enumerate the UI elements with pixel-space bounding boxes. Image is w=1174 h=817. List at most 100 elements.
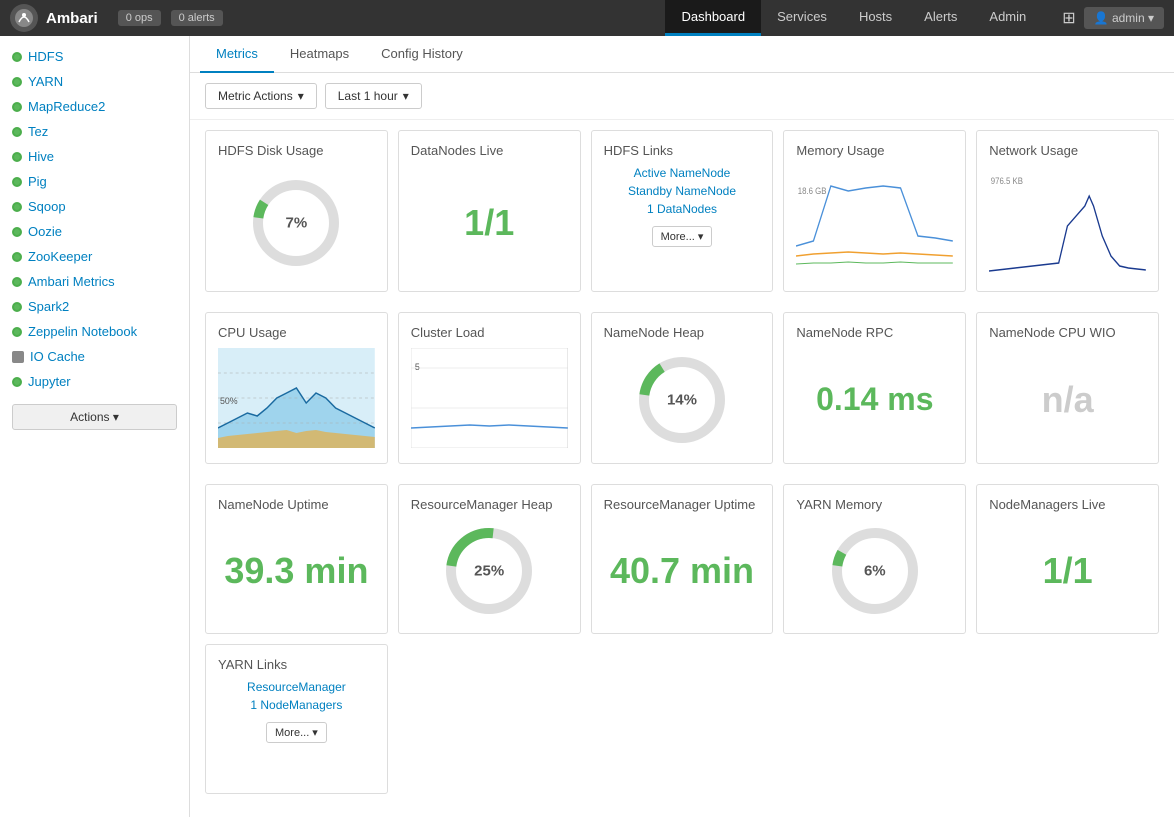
yarn-memory-donut: 6%	[825, 521, 925, 621]
sidebar: HDFS YARN MapReduce2 Tez Hive Pig Sqoop	[0, 36, 190, 817]
datanodes-value: 1/1	[411, 166, 568, 279]
nav-tab-alerts[interactable]: Alerts	[908, 0, 973, 36]
network-chart-area: 976.5 KB	[989, 166, 1146, 279]
hdfs-donut: 7%	[246, 173, 346, 273]
card-title-nn-uptime: NameNode Uptime	[218, 497, 375, 512]
tez-status-dot	[12, 127, 22, 137]
sidebar-label-zeppelin: Zeppelin Notebook	[28, 324, 137, 339]
card-cpu-usage: CPU Usage 50%	[205, 312, 388, 464]
sidebar-label-hdfs: HDFS	[28, 49, 63, 64]
io-cache-icon	[12, 351, 24, 363]
sidebar-item-spark2[interactable]: Spark2	[0, 294, 189, 319]
nav-tab-admin[interactable]: Admin	[973, 0, 1042, 36]
alerts-badge[interactable]: 0 alerts	[171, 10, 223, 26]
rm-heap-donut: 25%	[439, 521, 539, 621]
card-title-hdfs-links: HDFS Links	[604, 143, 761, 158]
chevron-down-icon-yarn: ▾	[312, 726, 318, 739]
hdfs-links-list: Active NameNode Standby NameNode 1 DataN…	[604, 166, 761, 247]
hdfs-donut-container: 7%	[218, 166, 375, 279]
sidebar-label-ambari-metrics: Ambari Metrics	[28, 274, 115, 289]
card-hdfs-links: HDFS Links Active NameNode Standby NameN…	[591, 130, 774, 292]
sidebar-item-oozie[interactable]: Oozie	[0, 219, 189, 244]
grid-icon[interactable]: ⊞	[1062, 8, 1075, 28]
sidebar-item-zeppelin[interactable]: Zeppelin Notebook	[0, 319, 189, 344]
sidebar-item-mapreduce2[interactable]: MapReduce2	[0, 94, 189, 119]
yarn-link-nm[interactable]: 1 NodeManagers	[218, 698, 375, 712]
nn-heap-donut: 14%	[632, 350, 732, 450]
sidebar-item-yarn[interactable]: YARN	[0, 69, 189, 94]
tab-heatmaps[interactable]: Heatmaps	[274, 36, 365, 73]
card-network-usage: Network Usage 976.5 KB	[976, 130, 1159, 292]
user-menu-button[interactable]: 👤 admin ▾	[1084, 7, 1164, 29]
yarn-links-more-button[interactable]: More... ▾	[266, 722, 327, 743]
hive-status-dot	[12, 152, 22, 162]
nn-cpu-wio-value: n/a	[989, 348, 1146, 451]
sidebar-actions-button[interactable]: Actions ▾	[12, 404, 177, 430]
card-title-datanodes: DataNodes Live	[411, 143, 568, 158]
pig-status-dot	[12, 177, 22, 187]
sidebar-label-spark2: Spark2	[28, 299, 69, 314]
card-title-nn-cpu-wio: NameNode CPU WIO	[989, 325, 1146, 340]
nn-rpc-value: 0.14 ms	[796, 348, 953, 451]
top-nav-icons: ⊞ 👤 admin ▾	[1062, 7, 1164, 29]
yarn-memory-donut-container: 6%	[796, 520, 953, 621]
metrics-row-3: NameNode Uptime 39.3 min ResourceManager…	[190, 474, 1174, 644]
card-yarn-memory: YARN Memory 6%	[783, 484, 966, 634]
yarn-link-rm[interactable]: ResourceManager	[218, 680, 375, 694]
cluster-chart-area: 5	[411, 348, 568, 451]
hdfs-link-active-namenode[interactable]: Active NameNode	[604, 166, 761, 180]
hdfs-link-standby-namenode[interactable]: Standby NameNode	[604, 184, 761, 198]
hdfs-links-more-button[interactable]: More... ▾	[652, 226, 713, 247]
card-namenode-cpu-wio: NameNode CPU WIO n/a	[976, 312, 1159, 464]
sidebar-item-hive[interactable]: Hive	[0, 144, 189, 169]
card-title-memory: Memory Usage	[796, 143, 953, 158]
card-title-rm-uptime: ResourceManager Uptime	[604, 497, 761, 512]
content-area: Metrics Heatmaps Config History Metric A…	[190, 36, 1174, 817]
nn-uptime-value: 39.3 min	[218, 520, 375, 621]
card-title-yarn-links: YARN Links	[218, 657, 375, 672]
card-nodemanagers-live: NodeManagers Live 1/1	[976, 484, 1159, 634]
card-title-network: Network Usage	[989, 143, 1146, 158]
jupyter-status-dot	[12, 377, 22, 387]
sidebar-item-tez[interactable]: Tez	[0, 119, 189, 144]
card-title-yarn-memory: YARN Memory	[796, 497, 953, 512]
tab-metrics[interactable]: Metrics	[200, 36, 274, 73]
sidebar-item-io-cache[interactable]: IO Cache	[0, 344, 189, 369]
svg-text:5: 5	[415, 362, 420, 372]
sidebar-item-hdfs[interactable]: HDFS	[0, 44, 189, 69]
mapreduce2-status-dot	[12, 102, 22, 112]
svg-text:18.6 GB: 18.6 GB	[798, 185, 827, 196]
rm-uptime-value: 40.7 min	[604, 520, 761, 621]
sidebar-label-yarn: YARN	[28, 74, 63, 89]
sidebar-item-jupyter[interactable]: Jupyter	[0, 369, 189, 394]
card-title-rm-heap: ResourceManager Heap	[411, 497, 568, 512]
chevron-down-icon-2: ▾	[403, 89, 409, 103]
app-title: Ambari	[46, 10, 98, 27]
sidebar-item-zookeeper[interactable]: ZooKeeper	[0, 244, 189, 269]
nav-tab-services[interactable]: Services	[761, 0, 843, 36]
card-title-nn-rpc: NameNode RPC	[796, 325, 953, 340]
sidebar-label-oozie: Oozie	[28, 224, 62, 239]
tab-config-history[interactable]: Config History	[365, 36, 479, 73]
sidebar-item-pig[interactable]: Pig	[0, 169, 189, 194]
sidebar-item-sqoop[interactable]: Sqoop	[0, 194, 189, 219]
card-title-cpu: CPU Usage	[218, 325, 375, 340]
cpu-chart-area: 50%	[218, 348, 375, 451]
nav-tab-hosts[interactable]: Hosts	[843, 0, 908, 36]
hdfs-link-datanodes[interactable]: 1 DataNodes	[604, 202, 761, 216]
sidebar-item-ambari-metrics[interactable]: Ambari Metrics	[0, 269, 189, 294]
sidebar-label-sqoop: Sqoop	[28, 199, 66, 214]
card-title-cluster: Cluster Load	[411, 325, 568, 340]
time-range-button[interactable]: Last 1 hour ▾	[325, 83, 422, 109]
spark2-status-dot	[12, 302, 22, 312]
metrics-row-2: CPU Usage 50%	[190, 302, 1174, 474]
nav-tab-dashboard[interactable]: Dashboard	[665, 0, 761, 36]
ops-badge[interactable]: 0 ops	[118, 10, 161, 26]
card-title-nn-heap: NameNode Heap	[604, 325, 761, 340]
metric-actions-button[interactable]: Metric Actions ▾	[205, 83, 317, 109]
sidebar-label-io-cache: IO Cache	[30, 349, 85, 364]
card-namenode-rpc: NameNode RPC 0.14 ms	[783, 312, 966, 464]
hdfs-status-dot	[12, 52, 22, 62]
sidebar-label-zookeeper: ZooKeeper	[28, 249, 92, 264]
content-tabs: Metrics Heatmaps Config History	[190, 36, 1174, 73]
